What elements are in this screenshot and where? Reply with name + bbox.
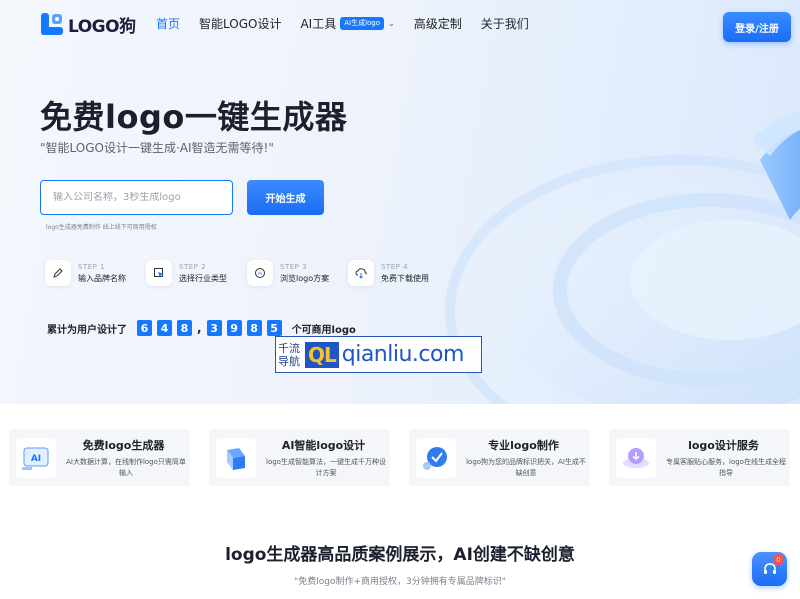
- nav-item-smart-logo-design[interactable]: 智能LOGO设计: [199, 15, 281, 32]
- counter-digit: 5: [266, 320, 282, 336]
- watermark-cn: 千流 导航: [278, 342, 305, 368]
- step-number: STEP 2: [179, 262, 207, 271]
- chevron-down-icon: ⌄: [388, 19, 395, 28]
- step-label: 浏览logo方案: [280, 273, 330, 283]
- design-cube-icon: [216, 438, 256, 478]
- counter-digit: 3: [206, 320, 222, 336]
- hero-hint: logo生成器免费制作 线上线下可商用授权: [46, 224, 157, 231]
- logo-mark-icon: [40, 12, 64, 36]
- feature-title: AI智能logo设计: [281, 439, 366, 452]
- hero-3d-decoration: [445, 111, 800, 404]
- nav-item-label: 关于我们: [480, 17, 529, 31]
- features-row: AI 免费logo生成器 AI大数据计算，在线制作logo只需简单输入 AI智能…: [9, 429, 790, 486]
- watermark-overlay: 千流 导航 QL qianliu.com: [275, 336, 482, 373]
- step-2: STEP 2 选择行业类型: [146, 260, 247, 286]
- nav-item-ai-tools[interactable]: AI工具 AI生成logo ⌄: [300, 15, 395, 32]
- watermark-mark: QL: [305, 341, 339, 368]
- nav-item-about[interactable]: 关于我们: [481, 15, 529, 32]
- feature-desc: logo狗为您的品牌标识把关，AI生成不缺创意: [466, 458, 586, 477]
- feature-title: 免费logo生成器: [82, 439, 165, 452]
- login-register-button[interactable]: 登录/注册: [723, 12, 791, 42]
- nav-item-label: 高级定制: [413, 17, 462, 31]
- step-1: STEP 1 输入品牌名称: [45, 260, 146, 286]
- step-3: AI STEP 3 浏览logo方案: [247, 260, 348, 286]
- brand-shield-icon: [416, 438, 456, 478]
- step-label: 免费下载使用: [381, 273, 429, 283]
- counter-digit: 8: [246, 320, 262, 336]
- counter-digit: 6: [137, 320, 152, 336]
- ai-badge: AI生成logo: [340, 17, 385, 30]
- notification-badge: 0: [773, 554, 784, 565]
- feature-title: 专业logo制作: [488, 439, 559, 452]
- cursor-icon: [146, 260, 172, 286]
- step-number: STEP 3: [280, 262, 308, 271]
- nav-item-label: 首页: [156, 17, 181, 31]
- svg-text:AI: AI: [31, 454, 41, 464]
- ai-chip-icon: AI: [247, 260, 273, 286]
- pen-icon: [45, 260, 71, 286]
- watermark-domain: qianliu.com: [341, 342, 465, 367]
- section-title: logo生成器高品质案例展示，AI创建不缺创意: [225, 545, 575, 565]
- cloud-download-icon: [348, 260, 374, 286]
- step-number: STEP 1: [78, 262, 106, 271]
- ai-screen-icon: AI: [16, 438, 56, 478]
- start-generate-button[interactable]: 开始生成: [247, 180, 324, 215]
- nav-menu: 首页 智能LOGO设计 AI工具 AI生成logo ⌄ 高级定制 关于我们: [156, 15, 548, 32]
- watermark-cn-line: 千流: [278, 341, 300, 355]
- counter-digit: 9: [226, 320, 242, 336]
- logo-text: LOGO狗: [68, 16, 136, 37]
- svg-text:AI: AI: [258, 271, 262, 277]
- company-name-field[interactable]: [40, 180, 233, 215]
- step-4: STEP 4 免费下载使用: [348, 260, 449, 286]
- feature-card[interactable]: logo设计服务 专属客服贴心服务，logo在线生成全程指导: [609, 429, 790, 486]
- counter-digit: 4: [157, 320, 172, 336]
- step-number: STEP 4: [381, 262, 409, 271]
- nav-item-home[interactable]: 首页: [156, 15, 180, 32]
- counter-digit: 8: [177, 320, 192, 336]
- service-download-icon: [616, 438, 656, 478]
- feature-card[interactable]: AI智能logo设计 logo生成智能算法，一键生成千万种设计方案: [209, 429, 390, 486]
- feature-desc: 专属客服贴心服务，logo在线生成全程指导: [666, 458, 786, 477]
- company-name-input[interactable]: [53, 192, 220, 203]
- counter-prefix: 累计为用户设计了: [47, 324, 127, 336]
- hero-subtitle: "智能LOGO设计一键生成·AI智造无需等待!": [40, 141, 274, 155]
- nav-item-custom[interactable]: 高级定制: [414, 15, 462, 32]
- watermark-cn-line: 导航: [278, 354, 300, 368]
- feature-title: logo设计服务: [688, 439, 759, 452]
- counter-suffix: 个可商用logo: [291, 324, 356, 336]
- feature-desc: logo生成智能算法，一键生成千万种设计方案: [266, 458, 386, 477]
- section-subtitle: "免费logo制作+商用授权，3分钟拥有专属品牌标识": [294, 577, 506, 587]
- feature-desc: AI大数据计算，在线制作logo只需简单输入: [66, 458, 186, 477]
- nav-item-label: 智能LOGO设计: [199, 17, 282, 31]
- design-counter: 累计为用户设计了 6 4 8 , 3 9 8 5 个可商用logo: [47, 320, 356, 336]
- page-title: 免费logo一键生成器: [40, 98, 348, 136]
- step-label: 选择行业类型: [179, 273, 227, 283]
- feature-card[interactable]: AI 免费logo生成器 AI大数据计算，在线制作logo只需简单输入: [9, 429, 190, 486]
- nav-item-label: AI工具: [300, 17, 337, 31]
- feature-card[interactable]: 专业logo制作 logo狗为您的品牌标识把关，AI生成不缺创意: [409, 429, 590, 486]
- step-label: 输入品牌名称: [78, 273, 126, 283]
- top-nav: LOGO狗 首页 智能LOGO设计 AI工具 AI生成logo ⌄ 高级定制 关…: [0, 0, 800, 56]
- counter-separator: ,: [197, 321, 202, 335]
- steps-list: STEP 1 输入品牌名称 STEP 2 选择行业类型 AI STEP 3 浏览…: [45, 260, 449, 286]
- brand-logo[interactable]: LOGO狗: [40, 12, 136, 37]
